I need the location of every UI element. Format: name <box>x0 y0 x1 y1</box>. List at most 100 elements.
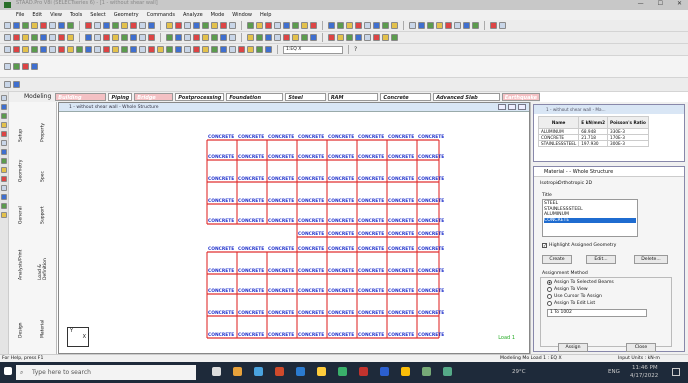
toolbar-tool-icon[interactable] <box>355 34 362 41</box>
view-tool-icon[interactable] <box>193 46 200 53</box>
highlight-checkbox[interactable]: ✓ Highlight Assigned Geometry <box>542 243 616 249</box>
menu-item-geometry[interactable]: Geometry <box>114 12 139 18</box>
material-dialog[interactable]: Material - - Whole Structure Isotropic O… <box>533 166 685 352</box>
toolbar-tool-icon[interactable] <box>328 22 335 29</box>
toolbar-tool-icon[interactable] <box>22 34 29 41</box>
taskbar-app-icon[interactable] <box>212 367 221 376</box>
toolbar-tool-icon[interactable] <box>265 34 272 41</box>
menu-item-select[interactable]: Select <box>90 12 105 18</box>
taskbar-app-icon[interactable] <box>233 367 242 376</box>
mode-tab-concrete-design[interactable]: Concrete Design <box>380 93 432 109</box>
sub-tab-spec[interactable]: Spec <box>33 146 53 182</box>
toolbar-tool-icon[interactable] <box>13 63 20 70</box>
radio-assign-to-view[interactable]: Assign To View <box>547 287 665 292</box>
view-tool-icon[interactable] <box>31 46 38 53</box>
toolbar-tool-icon[interactable] <box>283 34 290 41</box>
pan-icon[interactable] <box>13 81 20 88</box>
view-tool-icon[interactable] <box>175 46 182 53</box>
toolbar-tool-icon[interactable] <box>292 34 299 41</box>
maximize-icon[interactable]: ☐ <box>658 0 663 7</box>
menu-item-tools[interactable]: Tools <box>70 12 82 18</box>
toolbar-tool-icon[interactable] <box>301 34 308 41</box>
menu-item-commands[interactable]: Commands <box>147 12 175 18</box>
radio-assign-to-edit-list[interactable]: Assign To Edit List <box>547 301 665 306</box>
view-tool-icon[interactable] <box>130 46 137 53</box>
toolbar-tool-icon[interactable] <box>409 22 416 29</box>
view-tool-icon[interactable] <box>256 46 263 53</box>
toolbar-tool-icon[interactable] <box>436 22 443 29</box>
assign-button[interactable]: Assign <box>558 343 588 352</box>
toolbar-tool-icon[interactable] <box>121 22 128 29</box>
toolbar-tool-icon[interactable] <box>373 22 380 29</box>
view-tool-icon[interactable] <box>166 46 173 53</box>
radio-use-cursor-to-assign[interactable]: Use Cursor To Assign <box>547 294 665 299</box>
view-tool-icon[interactable] <box>58 46 65 53</box>
toolbar-tool-icon[interactable] <box>31 63 38 70</box>
taskbar-app-icon[interactable] <box>275 367 284 376</box>
toolbar-tool-icon[interactable] <box>427 22 434 29</box>
taskbar-app-icon[interactable] <box>422 367 431 376</box>
toolbar-tool-icon[interactable] <box>193 34 200 41</box>
view-tool-icon[interactable] <box>157 46 164 53</box>
mode-tab-bridge-deck[interactable]: Bridge Deck <box>134 93 174 109</box>
viewport-close-icon[interactable] <box>518 104 526 110</box>
toolbar-tool-icon[interactable] <box>67 22 74 29</box>
toolbar-tool-icon[interactable] <box>355 22 362 29</box>
sub-tab-material[interactable]: Material <box>33 302 53 338</box>
toolbar-tool-icon[interactable] <box>310 22 317 29</box>
toolbar-tool-icon[interactable] <box>94 34 101 41</box>
menu-item-analyze[interactable]: Analyze <box>183 12 203 18</box>
taskbar-app-icon[interactable] <box>443 367 452 376</box>
mode-tab-building-planner[interactable]: Building Planner <box>55 93 107 109</box>
toolbar-tool-icon[interactable] <box>283 22 290 29</box>
toolbar-tool-icon[interactable] <box>22 22 29 29</box>
toolbar-tool-icon[interactable] <box>130 34 137 41</box>
mode-tab-ram-connection[interactable]: RAM Connection <box>327 93 379 109</box>
toolbar-tool-icon[interactable] <box>175 34 182 41</box>
toolbar-tool-icon[interactable] <box>211 34 218 41</box>
toolbar-tool-icon[interactable] <box>193 22 200 29</box>
toolbar-tool-icon[interactable] <box>22 63 29 70</box>
toolbar-tool-icon[interactable] <box>256 34 263 41</box>
toolbar-tool-icon[interactable] <box>112 34 119 41</box>
toolbar-tool-icon[interactable] <box>337 22 344 29</box>
toolbar-tool-icon[interactable] <box>58 34 65 41</box>
toolbar-tool-icon[interactable] <box>40 22 47 29</box>
toolbar-tool-icon[interactable] <box>67 34 74 41</box>
toolbar-tool-icon[interactable] <box>499 22 506 29</box>
left-tool-icon[interactable] <box>1 122 7 128</box>
view-tool-icon[interactable] <box>121 46 128 53</box>
close-icon[interactable]: ✕ <box>677 0 682 7</box>
view-tool-icon[interactable] <box>148 46 155 53</box>
mode-tab-postprocessing[interactable]: Postprocessing <box>175 93 225 101</box>
left-tool-icon[interactable] <box>1 194 7 200</box>
column-header[interactable]: E kN/mm2 <box>578 116 609 129</box>
toolbar-tool-icon[interactable] <box>364 34 371 41</box>
menu-item-mode[interactable]: Mode <box>211 12 225 18</box>
toolbar-tool-icon[interactable] <box>130 22 137 29</box>
toolbar-tool-icon[interactable] <box>292 22 299 29</box>
toolbar-tool-icon[interactable] <box>220 34 227 41</box>
view-tool-icon[interactable] <box>247 46 254 53</box>
toolbar-tool-icon[interactable] <box>148 34 155 41</box>
mode-tab-piping[interactable]: Piping <box>108 93 133 101</box>
mode-tab-earthquake[interactable]: Earthquake <box>501 93 540 101</box>
toolbar-tool-icon[interactable] <box>445 22 452 29</box>
toolbar-tool-icon[interactable] <box>202 22 209 29</box>
toolbar-tool-icon[interactable] <box>247 22 254 29</box>
toolbar-tool-icon[interactable] <box>4 22 11 29</box>
toolbar-tool-icon[interactable] <box>202 34 209 41</box>
toolbar-tool-icon[interactable] <box>211 22 218 29</box>
toolbar-tool-icon[interactable] <box>328 34 335 41</box>
left-tool-icon[interactable] <box>1 104 7 110</box>
sub-tab-support[interactable]: Support <box>33 188 53 224</box>
toolbar-tool-icon[interactable] <box>121 34 128 41</box>
view-tool-icon[interactable] <box>67 46 74 53</box>
toolbar-tool-icon[interactable] <box>382 22 389 29</box>
view-tool-icon[interactable] <box>220 46 227 53</box>
toolbar-tool-icon[interactable] <box>229 34 236 41</box>
toolbar-tool-icon[interactable] <box>184 34 191 41</box>
left-tool-icon[interactable] <box>1 185 7 191</box>
toolbar-tool-icon[interactable] <box>4 63 11 70</box>
sub-tab-property[interactable]: Property <box>33 106 53 142</box>
